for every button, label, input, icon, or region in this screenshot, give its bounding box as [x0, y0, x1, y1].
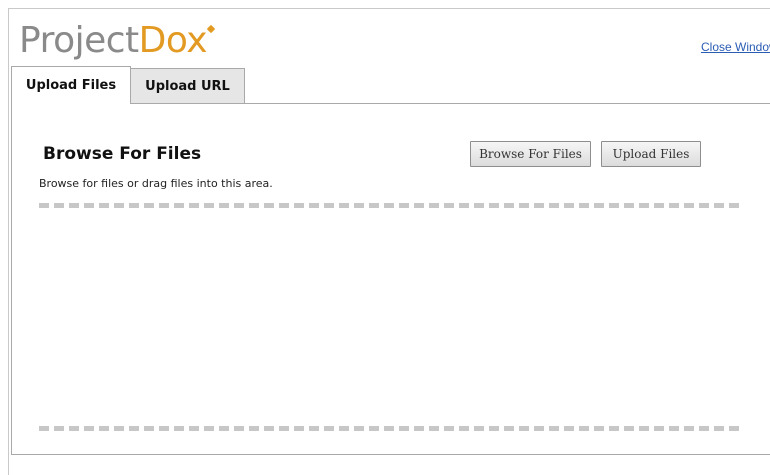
tab-upload-files[interactable]: Upload Files [11, 66, 131, 104]
browse-for-files-button[interactable]: Browse For Files [470, 141, 591, 167]
dropzone-bottom-border [39, 426, 739, 431]
panel-title: Browse For Files [43, 144, 202, 164]
close-window-link[interactable]: Close Window [701, 40, 770, 54]
dropzone-top-border [39, 203, 739, 208]
upload-files-panel: Browse For Files Browse For Files Upload… [11, 103, 770, 455]
tab-upload-url[interactable]: Upload URL [130, 68, 245, 104]
drag-drop-hint: Browse for files or drag files into this… [39, 177, 273, 190]
upload-files-button[interactable]: Upload Files [601, 141, 701, 167]
logo-text-dox: Dox [138, 20, 208, 61]
file-drop-zone[interactable] [39, 199, 739, 432]
tab-bar: Upload Files Upload URL [11, 66, 245, 104]
logo-text-project: Project [19, 20, 139, 61]
logo-mark-icon [206, 24, 216, 34]
projectdox-logo: ProjectDox [19, 19, 216, 63]
